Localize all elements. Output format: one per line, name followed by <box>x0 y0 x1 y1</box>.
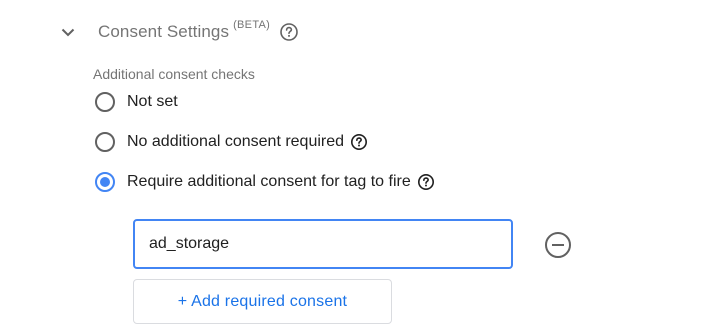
radio-label-not-set: Not set <box>127 93 178 110</box>
help-icon[interactable] <box>350 133 368 151</box>
beta-badge: (BETA) <box>233 19 271 31</box>
radio-label-require-additional-consent: Require additional consent for tag to fi… <box>127 173 411 190</box>
add-required-consent-button[interactable]: + Add required consent <box>133 279 392 324</box>
radio-option-require-additional-consent[interactable]: Require additional consent for tag to fi… <box>95 169 435 195</box>
radio-no-additional-consent[interactable] <box>95 132 115 152</box>
remove-circle-icon[interactable] <box>544 231 572 259</box>
consent-group-label: Additional consent checks <box>93 66 255 82</box>
radio-option-not-set[interactable]: Not set <box>95 89 178 115</box>
consent-settings-header: Consent Settings (BETA) <box>58 16 299 48</box>
radio-label-no-additional-consent: No additional consent required <box>127 133 345 150</box>
required-consent-input[interactable] <box>133 219 513 269</box>
chevron-down-icon[interactable] <box>58 22 78 42</box>
radio-not-set[interactable] <box>95 92 115 112</box>
section-title: Consent Settings <box>98 22 230 41</box>
help-icon[interactable] <box>417 173 435 191</box>
radio-require-additional-consent[interactable] <box>95 172 115 192</box>
consent-settings-panel: Consent Settings (BETA) Additional conse… <box>0 0 704 336</box>
help-icon[interactable] <box>279 22 299 42</box>
radio-option-no-additional-consent[interactable]: No additional consent required <box>95 129 368 155</box>
